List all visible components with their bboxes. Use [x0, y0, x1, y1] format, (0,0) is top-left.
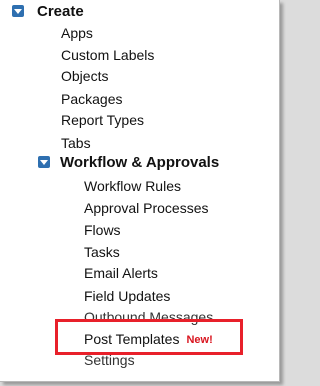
create-item-tabs[interactable]: Tabs — [61, 134, 91, 152]
workflow-section-header[interactable]: Workflow & Approvals — [38, 152, 219, 172]
create-item-objects[interactable]: Objects — [61, 67, 108, 85]
create-collapse-toggle-icon[interactable] — [12, 5, 24, 17]
workflow-item-tasks[interactable]: Tasks — [84, 243, 120, 261]
create-item-apps[interactable]: Apps — [61, 24, 93, 42]
workflow-item-approval-processes[interactable]: Approval Processes — [84, 199, 209, 217]
workflow-item-workflow-rules[interactable]: Workflow Rules — [84, 177, 181, 195]
create-section-label: Create — [37, 2, 84, 20]
setup-tree-panel: Create Apps Custom Labels Objects Packag… — [0, 0, 280, 382]
create-item-packages[interactable]: Packages — [61, 90, 122, 108]
workflow-section-label: Workflow & Approvals — [60, 153, 220, 171]
workflow-item-flows[interactable]: Flows — [84, 221, 121, 239]
create-section-header[interactable]: Create — [12, 1, 84, 21]
post-templates-highlight-box — [55, 319, 243, 355]
create-item-report-types[interactable]: Report Types — [61, 111, 144, 129]
workflow-item-email-alerts[interactable]: Email Alerts — [84, 264, 158, 282]
workflow-collapse-toggle-icon[interactable] — [38, 156, 50, 168]
workflow-item-field-updates[interactable]: Field Updates — [84, 287, 170, 305]
create-item-custom-labels[interactable]: Custom Labels — [61, 46, 154, 64]
